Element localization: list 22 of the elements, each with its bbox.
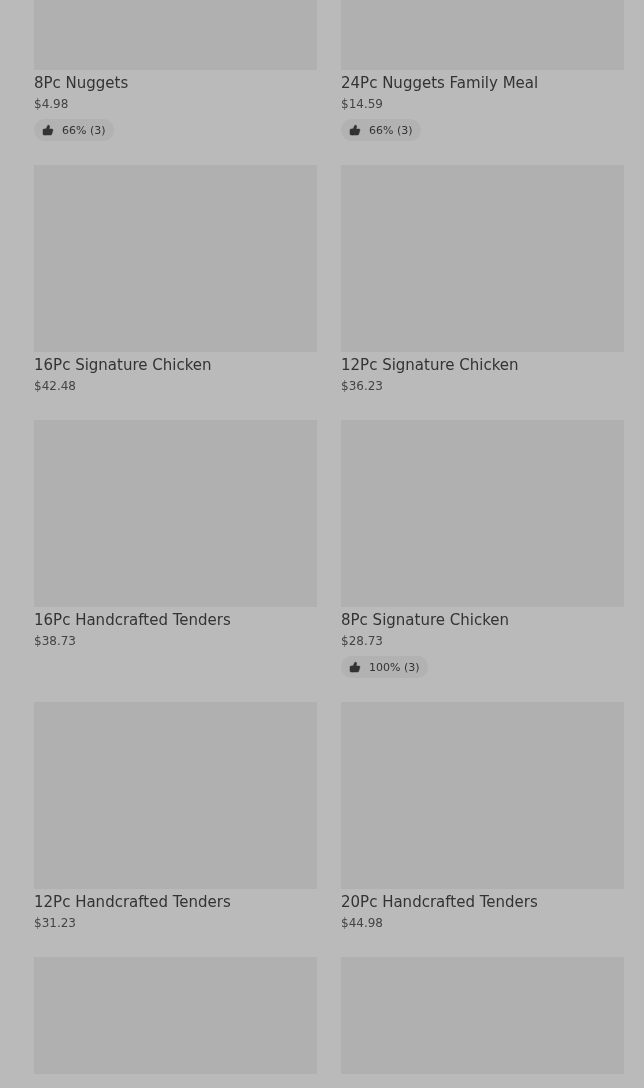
thumbs-up-icon (349, 124, 361, 136)
rating-text: 66% (3) (369, 123, 413, 137)
product-name: 8Pc Nuggets (34, 73, 130, 94)
thumbs-up-icon (349, 661, 361, 673)
product-name: 20Pc Handcrafted Tenders (341, 892, 539, 913)
product-price: $36.23 (341, 378, 384, 395)
thumbs-up-icon (42, 124, 54, 136)
product-price: $31.23 (34, 915, 77, 932)
product-price: $44.98 (341, 915, 384, 932)
product-name: 16Pc Handcrafted Tenders (34, 610, 232, 631)
product-name: 24Pc Nuggets Family Meal (341, 73, 540, 94)
product-name: 16Pc Signature Chicken (34, 355, 213, 376)
rating-text: 100% (3) (369, 660, 420, 674)
product-name: 12Pc Handcrafted Tenders (34, 892, 232, 913)
product-name: 8Pc Signature Chicken (341, 610, 511, 631)
rating-text: 66% (3) (62, 123, 106, 137)
product-name: 12Pc Signature Chicken (341, 355, 520, 376)
product-price: $4.98 (34, 96, 70, 113)
product-price: $42.48 (34, 378, 77, 395)
product-price: $14.59 (341, 96, 384, 113)
product-price: $38.73 (34, 633, 77, 650)
product-price: $28.73 (341, 633, 384, 650)
